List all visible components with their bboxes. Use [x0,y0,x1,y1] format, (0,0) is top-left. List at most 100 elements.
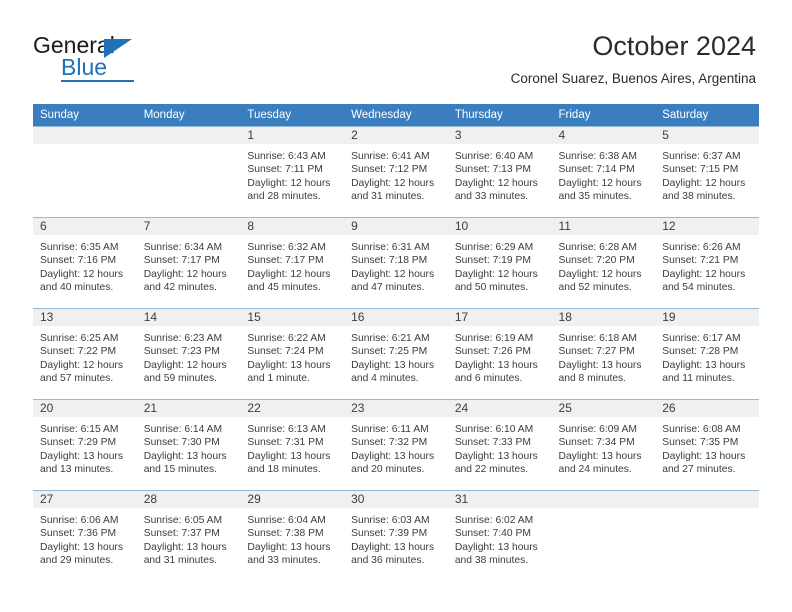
day-details: Sunrise: 6:22 AM Sunset: 7:24 PM Daylight:… [240,326,344,386]
daylight-text: Daylight: 13 hours and 8 minutes. [558,359,642,385]
sunset-text: Sunset: 7:15 PM [662,164,739,176]
calendar-day-cell[interactable]: 10 Sunrise: 6:29 AM Sunset: 7:19 PM Dayligh… [447,217,552,309]
calendar-header-row: Sunday Monday Tuesday Wednesday Thursday Frid… [33,104,759,127]
day-number [551,491,656,508]
sunrise-text: Sunrise: 6:35 AM [40,242,119,253]
sunset-text: Sunset: 7:30 PM [143,437,220,449]
calendar-day-cell[interactable]: 5 Sunrise: 6:37 AM Sunset: 7:15 PM Daylight… [655,126,759,218]
calendar-week-row: 20 Sunrise: 6:15 AM Sunset: 7:29 PM Dayligh… [33,399,759,491]
day-details: Sunrise: 6:37 AM Sunset: 7:15 PM Daylight:… [655,144,759,204]
logo-word-blue: Blue [61,54,108,80]
calendar-day-cell[interactable]: 26 Sunrise: 6:08 AM Sunset: 7:35 PM Dayligh… [655,399,759,491]
daylight-text: Daylight: 13 hours and 11 minutes. [662,359,746,385]
day-details: Sunrise: 6:31 AM Sunset: 7:18 PM Daylight:… [344,235,448,295]
day-details: Sunrise: 6:10 AM Sunset: 7:33 PM Daylight:… [448,417,552,477]
calendar-day-cell[interactable]: 27 Sunrise: 6:06 AM Sunset: 7:36 PM Dayligh… [33,490,137,581]
day-number: 16 [344,309,448,326]
calendar-day-cell[interactable]: 30 Sunrise: 6:03 AM Sunset: 7:39 PM Dayligh… [344,490,448,581]
calendar-day-cell[interactable]: 16 Sunrise: 6:21 AM Sunset: 7:25 PM Dayligh… [344,308,448,400]
calendar-day-cell[interactable]: 22 Sunrise: 6:13 AM Sunset: 7:31 PM Dayligh… [240,399,345,491]
day-number: 28 [136,491,241,508]
sunrise-text: Sunrise: 6:04 AM [247,515,326,526]
calendar-day-cell[interactable]: 24 Sunrise: 6:10 AM Sunset: 7:33 PM Dayligh… [447,399,552,491]
calendar-day-cell[interactable]: 18 Sunrise: 6:18 AM Sunset: 7:27 PM Dayligh… [551,308,656,400]
calendar-day-cell[interactable]: 21 Sunrise: 6:14 AM Sunset: 7:30 PM Dayligh… [136,399,241,491]
sunrise-text: Sunrise: 6:13 AM [247,424,326,435]
sunset-text: Sunset: 7:33 PM [454,437,531,449]
daylight-text: Daylight: 13 hours and 38 minutes. [454,541,538,567]
calendar-day-cell[interactable]: 9 Sunrise: 6:31 AM Sunset: 7:18 PM Daylight… [344,217,448,309]
calendar-day-cell[interactable]: 23 Sunrise: 6:11 AM Sunset: 7:32 PM Dayligh… [344,399,448,491]
sunset-text: Sunset: 7:18 PM [351,255,428,267]
day-number: 23 [344,400,448,417]
daylight-text: Daylight: 12 hours and 31 minutes. [351,177,435,203]
calendar-day-cell[interactable]: 14 Sunrise: 6:23 AM Sunset: 7:23 PM Dayligh… [136,308,241,400]
sunset-text: Sunset: 7:28 PM [662,346,739,358]
day-details: Sunrise: 6:13 AM Sunset: 7:31 PM Daylight:… [240,417,344,477]
day-number: 8 [240,218,345,235]
calendar-day-cell[interactable]: 8 Sunrise: 6:32 AM Sunset: 7:17 PM Daylight… [240,217,345,309]
calendar-day-cell[interactable]: 15 Sunrise: 6:22 AM Sunset: 7:24 PM Dayligh… [240,308,345,400]
calendar-week-row: 13 Sunrise: 6:25 AM Sunset: 7:22 PM Dayligh… [33,308,759,400]
weekday-header-tuesday: Tuesday [240,104,345,127]
daylight-text: Daylight: 12 hours and 50 minutes. [454,268,538,294]
day-number: 24 [447,400,552,417]
sunrise-text: Sunrise: 6:31 AM [351,242,430,253]
sunset-text: Sunset: 7:13 PM [454,164,531,176]
day-number: 31 [447,491,552,508]
location-subtitle: Coronel Suarez, Buenos Aires, Argentina [510,71,756,86]
calendar-day-cell[interactable]: 20 Sunrise: 6:15 AM Sunset: 7:29 PM Dayligh… [33,399,137,491]
weekday-header-wednesday: Wednesday [344,104,448,127]
calendar-day-cell[interactable]: 4 Sunrise: 6:38 AM Sunset: 7:14 PM Daylight… [551,126,656,218]
calendar-day-cell[interactable]: 28 Sunrise: 6:05 AM Sunset: 7:37 PM Dayligh… [136,490,241,581]
sunrise-text: Sunrise: 6:40 AM [454,151,534,162]
calendar-week-row: 6 Sunrise: 6:35 AM Sunset: 7:16 PM Daylight… [33,217,759,309]
day-details: Sunrise: 6:35 AM Sunset: 7:16 PM Daylight:… [33,235,137,295]
day-number: 5 [655,127,759,144]
daylight-text: Daylight: 13 hours and 27 minutes. [662,450,746,476]
day-details: Sunrise: 6:26 AM Sunset: 7:21 PM Daylight:… [655,235,759,295]
calendar-day-cell[interactable]: 11 Sunrise: 6:28 AM Sunset: 7:20 PM Dayligh… [551,217,656,309]
daylight-text: Daylight: 12 hours and 54 minutes. [662,268,746,294]
calendar-day-cell[interactable]: 19 Sunrise: 6:17 AM Sunset: 7:28 PM Dayligh… [655,308,759,400]
calendar-day-cell[interactable]: 29 Sunrise: 6:04 AM Sunset: 7:38 PM Dayligh… [240,490,345,581]
sunrise-text: Sunrise: 6:03 AM [351,515,430,526]
sunrise-text: Sunrise: 6:09 AM [558,424,637,435]
day-number: 29 [240,491,345,508]
calendar-day-cell[interactable]: 6 Sunrise: 6:35 AM Sunset: 7:16 PM Daylight… [33,217,137,309]
sunrise-text: Sunrise: 6:15 AM [40,424,119,435]
calendar-day-cell[interactable]: 25 Sunrise: 6:09 AM Sunset: 7:34 PM Dayligh… [551,399,656,491]
day-details: Sunrise: 6:32 AM Sunset: 7:17 PM Daylight:… [240,235,344,295]
sunrise-text: Sunrise: 6:02 AM [454,515,534,526]
day-number: 11 [551,218,656,235]
calendar-day-cell[interactable]: 17 Sunrise: 6:19 AM Sunset: 7:26 PM Dayligh… [447,308,552,400]
daylight-text: Daylight: 13 hours and 20 minutes. [351,450,435,476]
sunset-text: Sunset: 7:29 PM [40,437,117,449]
daylight-text: Daylight: 12 hours and 35 minutes. [558,177,642,203]
calendar-day-cell[interactable]: 1 Sunrise: 6:43 AM Sunset: 7:11 PM Daylight… [240,126,345,218]
calendar-day-cell[interactable]: 7 Sunrise: 6:34 AM Sunset: 7:17 PM Daylight… [136,217,241,309]
sunrise-text: Sunrise: 6:29 AM [454,242,534,253]
title-block: October 2024 Coronel Suarez, Buenos Aire… [511,30,756,87]
calendar-day-cell[interactable]: 12 Sunrise: 6:26 AM Sunset: 7:21 PM Dayligh… [655,217,759,309]
weekday-header-saturday: Saturday [655,104,759,127]
day-details: Sunrise: 6:02 AM Sunset: 7:40 PM Daylight:… [448,508,552,568]
calendar-table: Sunday Monday Tuesday Wednesday Thursday Frid… [33,104,759,581]
calendar-day-cell[interactable]: 31 Sunrise: 6:02 AM Sunset: 7:40 PM Dayligh… [447,490,552,581]
daylight-text: Daylight: 13 hours and 18 minutes. [247,450,331,476]
sunrise-text: Sunrise: 6:37 AM [662,151,741,162]
calendar-day-cell[interactable]: 3 Sunrise: 6:40 AM Sunset: 7:13 PM Daylight… [447,126,552,218]
sunset-text: Sunset: 7:12 PM [351,164,428,176]
sunset-text: Sunset: 7:35 PM [662,437,739,449]
day-number: 9 [344,218,448,235]
sunset-text: Sunset: 7:26 PM [454,346,531,358]
sunrise-text: Sunrise: 6:25 AM [40,333,119,344]
day-number: 12 [655,218,759,235]
calendar-day-cell[interactable]: 13 Sunrise: 6:25 AM Sunset: 7:22 PM Dayligh… [33,308,137,400]
weekday-header-thursday: Thursday [447,104,552,127]
sunrise-text: Sunrise: 6:22 AM [247,333,326,344]
calendar-day-cell-empty [136,126,241,218]
sunrise-text: Sunrise: 6:23 AM [143,333,223,344]
calendar-day-cell[interactable]: 2 Sunrise: 6:41 AM Sunset: 7:12 PM Daylight… [344,126,448,218]
logo-underline [61,80,134,82]
